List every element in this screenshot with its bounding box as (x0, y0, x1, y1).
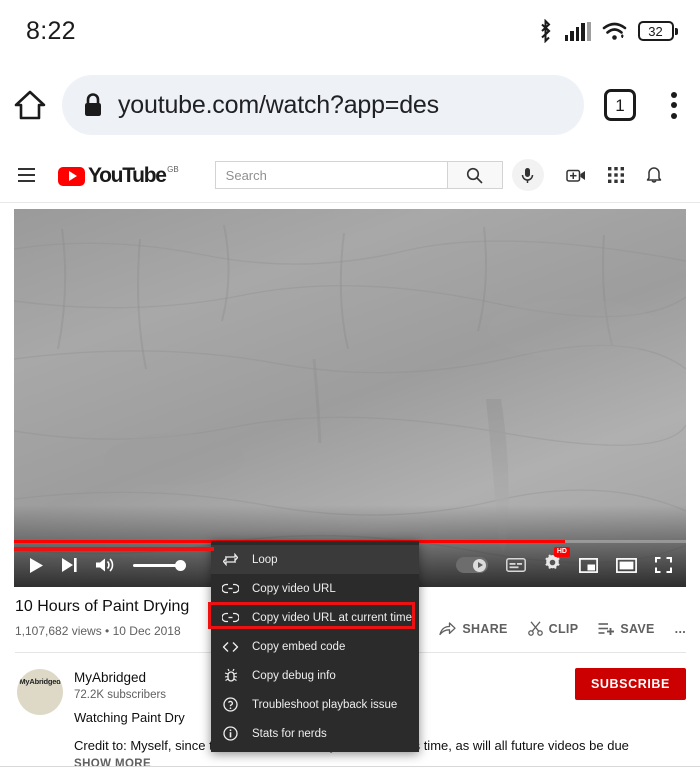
home-button[interactable] (0, 88, 60, 122)
video-title: 10 Hours of Paint Drying (15, 598, 190, 615)
loop-icon (222, 553, 239, 566)
context-menu-item-copy-video-url[interactable]: Copy video URL (211, 574, 419, 603)
header-action-icons (565, 166, 662, 184)
miniplayer-icon[interactable] (579, 557, 598, 573)
channel-avatar[interactable]: MyAbridged (17, 669, 63, 715)
create-video-icon[interactable] (565, 168, 586, 183)
context-menu-item-troubleshoot-playback-issue[interactable]: Troubleshoot playback issue (211, 690, 419, 719)
search-button[interactable] (446, 161, 503, 189)
context-menu-label: Loop (252, 553, 278, 566)
scissors-icon (527, 621, 543, 636)
hamburger-menu-icon[interactable] (14, 168, 44, 182)
youtube-header: YouTube GB Search (0, 148, 700, 203)
volume-icon[interactable] (95, 557, 114, 573)
subscribe-button[interactable]: SUBSCRIBE (574, 668, 686, 700)
context-menu-item-stats-for-nerds[interactable]: Stats for nerds (211, 719, 419, 748)
more-actions-button[interactable]: ... (675, 622, 686, 636)
code-brackets-icon (222, 641, 239, 653)
quality-badge: HD (553, 547, 570, 557)
microphone-icon (521, 167, 534, 183)
lock-icon (85, 93, 101, 116)
url-text: youtube.com/watch?app=des (118, 90, 439, 119)
theater-mode-icon[interactable] (616, 557, 637, 573)
player-controls-right: HD (456, 547, 672, 576)
youtube-apps-icon[interactable] (607, 167, 624, 183)
search-input[interactable]: Search (214, 161, 447, 189)
bug-icon (222, 668, 239, 683)
wifi-icon (602, 22, 626, 40)
phone-screen: 8:22 32 youtube.com/watch?app=des 1 YouT… (0, 0, 700, 767)
context-menu-label: Copy embed code (252, 640, 346, 653)
tab-switcher-button[interactable]: 1 (592, 89, 648, 121)
battery-icon: 32 (637, 21, 678, 41)
browser-toolbar: youtube.com/watch?app=des 1 (0, 62, 700, 148)
android-status-bar: 8:22 32 (0, 0, 700, 62)
settings-button[interactable]: HD (544, 547, 570, 576)
url-bar[interactable]: youtube.com/watch?app=des (62, 75, 584, 135)
next-video-icon[interactable] (61, 557, 78, 573)
subtitles-icon[interactable] (506, 558, 526, 572)
share-button[interactable]: SHARE (439, 622, 507, 636)
avatar-label: MyAbridged (19, 677, 61, 686)
bluetooth-icon (540, 19, 550, 43)
player-context-menu: Loop Copy video URL Copy video URL at cu… (211, 541, 419, 752)
save-button[interactable]: SAVE (598, 622, 654, 636)
channel-subscribers: 72.2K subscribers (74, 689, 167, 701)
context-menu-label: Copy video URL (252, 582, 336, 595)
tab-count-box: 1 (604, 89, 636, 121)
save-playlist-icon (598, 622, 615, 635)
context-menu-item-copy-embed-code[interactable]: Copy embed code (211, 632, 419, 661)
link-icon (222, 612, 239, 623)
search-icon (467, 167, 483, 184)
link-icon (222, 583, 239, 594)
context-menu-item-copy-video-url-at-current-time[interactable]: Copy video URL at current time (211, 603, 419, 632)
info-circle-icon (222, 726, 239, 741)
share-arrow-icon (439, 621, 457, 635)
annotation-underline (14, 547, 214, 551)
home-icon (14, 90, 46, 120)
share-label: SHARE (462, 621, 508, 636)
youtube-play-icon (58, 166, 85, 186)
cellular-signal-icon (564, 21, 591, 41)
video-player[interactable]: 2:49:19 / HD (14, 209, 686, 587)
context-menu-label: Stats for nerds (252, 727, 327, 740)
search-area: Search (214, 159, 544, 191)
voice-search-button[interactable] (511, 159, 544, 191)
clip-label: CLIP (548, 621, 579, 636)
browser-overflow-menu-icon[interactable] (648, 91, 700, 119)
play-icon[interactable] (28, 557, 44, 574)
battery-level: 32 (648, 23, 663, 39)
status-clock: 8:22 (26, 16, 76, 45)
volume-slider[interactable] (133, 559, 186, 571)
description-line-1: Watching Paint Dry (74, 710, 185, 725)
search-placeholder: Search (225, 167, 267, 183)
bell-icon[interactable] (646, 166, 662, 184)
save-label: SAVE (620, 621, 655, 636)
status-icon-group: 32 (537, 19, 678, 43)
tab-count-label: 1 (615, 95, 625, 115)
youtube-country-code: GB (167, 164, 179, 174)
channel-name[interactable]: MyAbridged (74, 670, 146, 685)
context-menu-label: Copy debug info (252, 669, 336, 682)
autoplay-toggle[interactable] (456, 557, 488, 573)
clip-button[interactable]: CLIP (527, 621, 579, 636)
context-menu-label: Copy video URL at current time (252, 611, 413, 624)
context-menu-item-copy-debug-info[interactable]: Copy debug info (211, 661, 419, 690)
video-metadata: 1,107,682 views • 10 Dec 2018 (15, 624, 181, 638)
context-menu-item-loop[interactable]: Loop (211, 545, 419, 574)
more-actions-icon: ... (674, 621, 686, 636)
fullscreen-icon[interactable] (655, 557, 672, 573)
youtube-wordmark: YouTube (88, 163, 167, 187)
youtube-logo[interactable]: YouTube GB (58, 165, 179, 186)
question-circle-icon (222, 697, 239, 712)
context-menu-label: Troubleshoot playback issue (252, 698, 398, 711)
